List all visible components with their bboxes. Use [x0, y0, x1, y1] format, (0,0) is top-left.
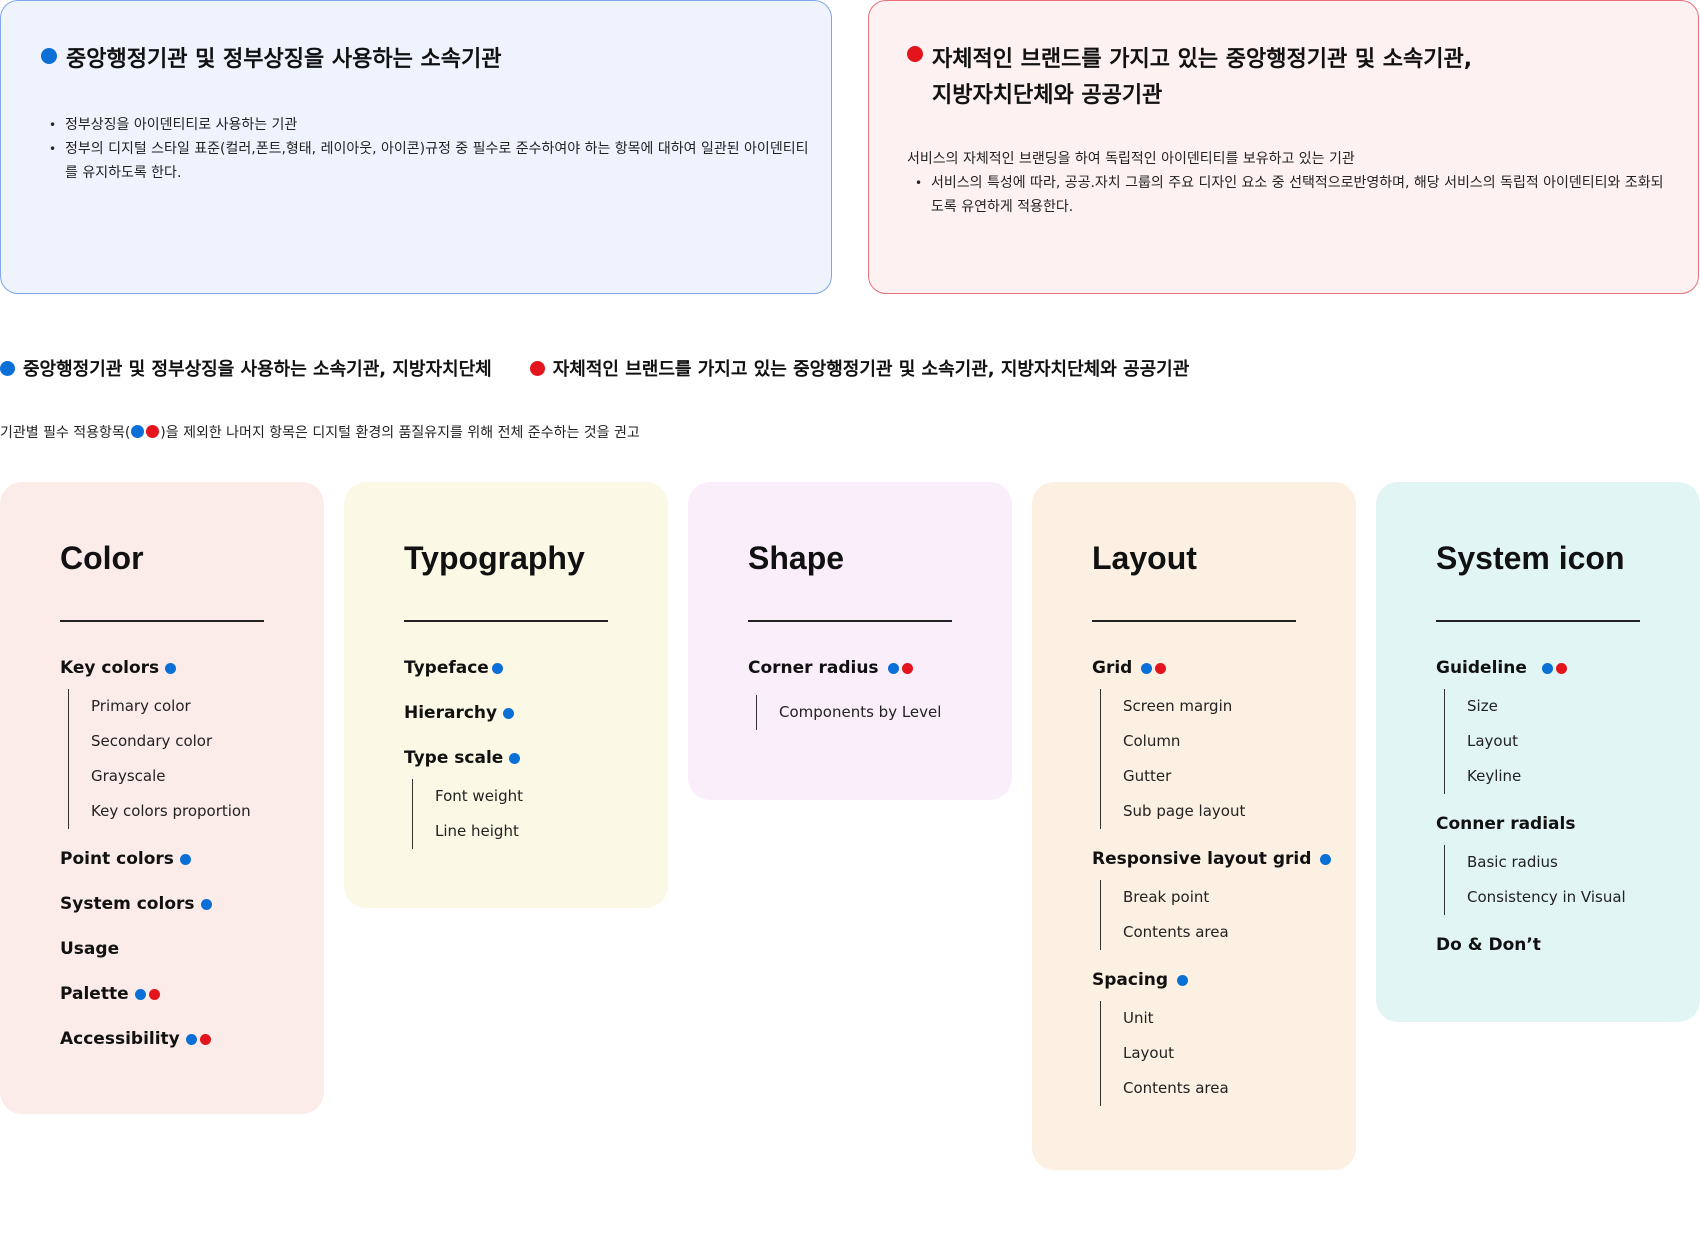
bullet-item: 정부상징을 아이덴티티로 사용하는 기관: [49, 113, 809, 137]
blue-dot-icon: [134, 988, 146, 1000]
list-item: Break point: [1123, 888, 1210, 906]
list-item: Basic radius: [1467, 853, 1558, 871]
sublist: Size Layout Keyline: [1444, 689, 1686, 794]
legend-blue: 중앙행정기관 및 정부상징을 사용하는 소속기관, 지방자치단체: [0, 355, 492, 381]
divider: [60, 620, 264, 622]
section-usage: Usage: [60, 939, 120, 959]
blue-box-title: 중앙행정기관 및 정부상징을 사용하는 소속기관: [41, 42, 501, 78]
red-dot-icon: [529, 361, 545, 376]
list-item: Layout: [1467, 732, 1518, 750]
sublist: Components by Level: [756, 695, 998, 730]
sublist: Primary color Secondary color Grayscale …: [68, 689, 310, 829]
list-item: Secondary color: [91, 732, 213, 750]
section-grid: Grid: [1092, 657, 1342, 679]
card-title: Typography: [404, 540, 585, 576]
bullet-item: 정부의 디지털 스타일 표준(컬러,폰트,형태, 레이아웃, 아이콘)규정 중 …: [49, 137, 809, 185]
section-typeface: Typeface: [404, 657, 654, 679]
list-item: Column: [1123, 732, 1181, 750]
list-item: Consistency in Visual: [1467, 888, 1626, 906]
list-item: Grayscale: [91, 767, 166, 785]
list-item: Primary color: [91, 697, 191, 715]
red-dot-icon: [199, 1033, 211, 1045]
sublist: Screen margin Column Gutter Sub page lay…: [1100, 689, 1342, 829]
divider: [404, 620, 608, 622]
list-item: Sub page layout: [1123, 802, 1246, 820]
blue-box-bullets: 정부상징을 아이덴티티로 사용하는 기관 정부의 디지털 스타일 표준(컬러,폰…: [49, 113, 809, 185]
red-dot-icon: [1155, 662, 1167, 674]
blue-dot-icon: [509, 752, 521, 764]
card-typography: Typography Typeface Hierarchy Type scale…: [344, 482, 668, 908]
sublist: Unit Layout Contents area: [1100, 1001, 1342, 1106]
sublist: Font weight Line height: [412, 779, 654, 849]
list-item: Screen margin: [1123, 697, 1233, 715]
red-dot-icon: [146, 425, 160, 438]
list-item: Layout: [1123, 1044, 1174, 1062]
blue-dot-icon: [887, 662, 899, 674]
list-item: Contents area: [1123, 923, 1229, 941]
blue-dot-icon: [200, 898, 212, 910]
blue-dot-icon: [185, 1033, 197, 1045]
red-box-bullets: 서비스의 특성에 따라, 공공.자치 그룹의 주요 디자인 요소 중 선택적으로…: [915, 171, 1675, 219]
card-layout: Layout Grid Screen margin Column Gutter …: [1032, 482, 1356, 1170]
blue-dot-icon: [41, 48, 57, 64]
red-dot-icon: [901, 662, 913, 674]
section-spacing: Spacing: [1092, 969, 1342, 991]
red-dot-icon: [148, 988, 160, 1000]
section-palette: Palette: [60, 983, 310, 1005]
list-item: Line height: [435, 822, 519, 840]
red-box-title: 자체적인 브랜드를 가지고 있는 중앙행정기관 및 소속기관, 지방자치단체와 공…: [907, 42, 1472, 114]
legend: 중앙행정기관 및 정부상징을 사용하는 소속기관, 지방자치단체 자체적인 브랜드…: [0, 355, 1227, 381]
red-box-description: 서비스의 자체적인 브랜딩을 하여 독립적인 아이덴티티를 보유하고 있는 기관: [907, 151, 1355, 167]
sublist: Break point Contents area: [1100, 880, 1342, 950]
bullet-item: 서비스의 특성에 따라, 공공.자치 그룹의 주요 디자인 요소 중 선택적으로…: [915, 171, 1675, 219]
list-item: Components by Level: [779, 703, 942, 721]
list-item: Gutter: [1123, 767, 1172, 785]
section-hierarchy: Hierarchy: [404, 702, 654, 724]
blue-dot-icon: [503, 707, 515, 719]
blue-dot-icon: [131, 425, 145, 438]
section-do-dont: Do & Don’t: [1436, 935, 1541, 955]
red-info-box: 자체적인 브랜드를 가지고 있는 중앙행정기관 및 소속기관, 지방자치단체와 공…: [868, 0, 1699, 294]
section-accessibility: Accessibility: [60, 1028, 310, 1050]
blue-info-box: 중앙행정기관 및 정부상징을 사용하는 소속기관 정부상징을 아이덴티티로 사용…: [0, 0, 832, 294]
section-key-colors: Key colors: [60, 657, 310, 679]
sublist: Basic radius Consistency in Visual: [1444, 845, 1686, 915]
recommendation-note: 기관별 필수 적용항목()을 제외한 나머지 항목은 디지털 환경의 품질유지를…: [0, 425, 640, 441]
section-system-colors: System colors: [60, 893, 310, 915]
section-guideline: Guideline: [1436, 657, 1686, 679]
list-item: Key colors proportion: [91, 802, 251, 820]
section-type-scale: Type scale: [404, 747, 654, 769]
divider: [1436, 620, 1640, 622]
divider: [748, 620, 952, 622]
card-color: Color Key colors Primary color Secondary…: [0, 482, 324, 1114]
blue-dot-icon: [491, 662, 503, 674]
card-system-icon: System icon Guideline Size Layout Keylin…: [1376, 482, 1700, 1022]
card-title: System icon: [1436, 540, 1625, 576]
section-corner-radius: Corner radius: [748, 657, 998, 679]
blue-dot-icon: [1177, 974, 1189, 986]
list-item: Unit: [1123, 1009, 1154, 1027]
blue-dot-icon: [1541, 662, 1553, 674]
blue-dot-icon: [1141, 662, 1153, 674]
card-title: Layout: [1092, 540, 1197, 576]
red-dot-icon: [1555, 662, 1567, 674]
section-point-colors: Point colors: [60, 848, 310, 870]
list-item: Size: [1467, 697, 1498, 715]
section-responsive-layout-grid: Responsive layout grid: [1092, 848, 1342, 870]
list-item: Font weight: [435, 787, 524, 805]
card-shape: Shape Corner radius Components by Level: [688, 482, 1012, 800]
blue-dot-icon: [1320, 853, 1332, 865]
divider: [1092, 620, 1296, 622]
card-title: Color: [60, 540, 144, 576]
red-dot-icon: [907, 46, 923, 62]
blue-dot-icon: [165, 662, 177, 674]
list-item: Keyline: [1467, 767, 1522, 785]
section-conner-radials: Conner radials: [1436, 814, 1576, 834]
blue-dot-icon: [0, 361, 15, 376]
legend-red: 자체적인 브랜드를 가지고 있는 중앙행정기관 및 소속기관, 지방자치단체와 …: [529, 355, 1189, 381]
card-title: Shape: [748, 540, 845, 576]
list-item: Contents area: [1123, 1079, 1229, 1097]
blue-dot-icon: [179, 853, 191, 865]
